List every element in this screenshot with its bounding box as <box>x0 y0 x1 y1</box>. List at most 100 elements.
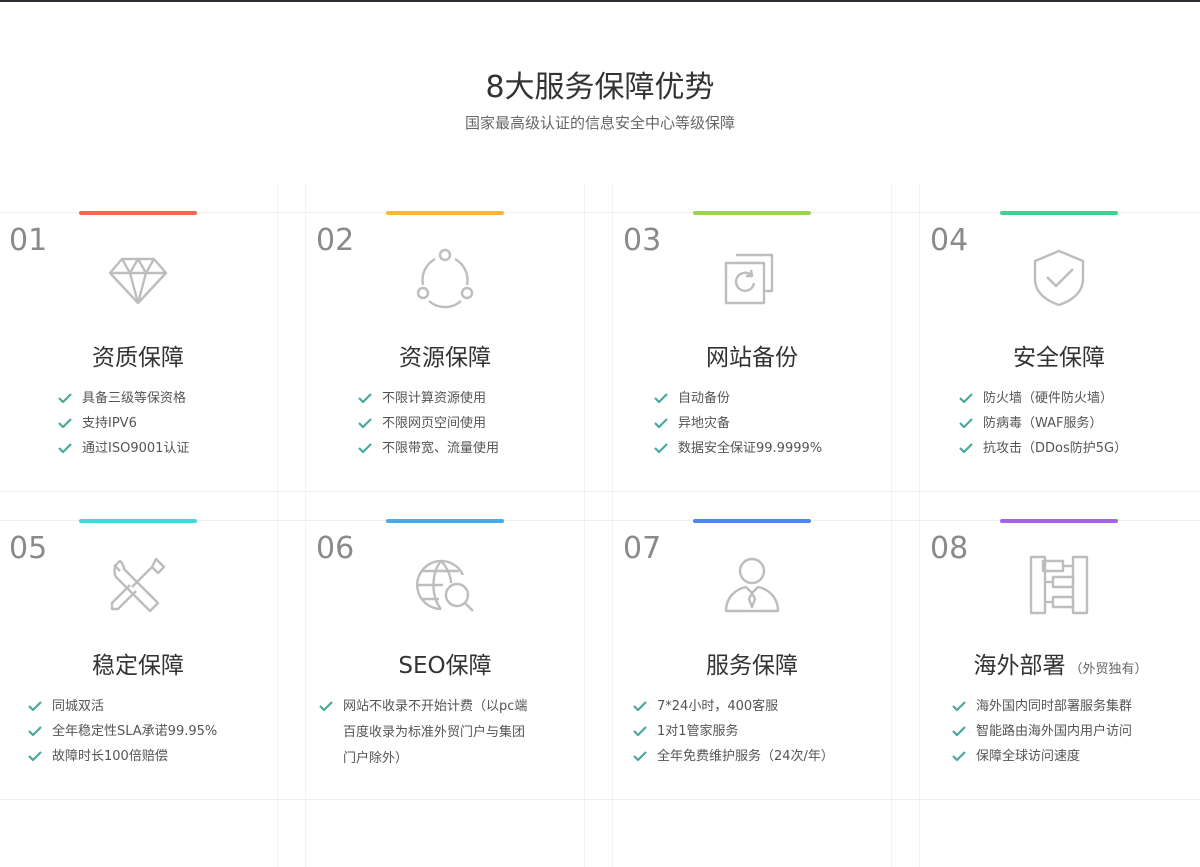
list-item: 全年免费维护服务（24次/年） <box>633 744 834 769</box>
list-item-text: 具备三级等保资格 <box>82 391 187 406</box>
check-icon <box>358 443 372 453</box>
card-accent-bar <box>386 519 504 523</box>
card-accent-bar <box>1000 211 1118 215</box>
card-resource: 02 资源保障 不限计算资源使用 不限网页空间使用 不限带宽、流量使用 <box>307 211 607 501</box>
list-item: 通过ISO9001认证 <box>58 436 189 461</box>
list-item: 1对1管家服务 <box>633 719 834 744</box>
list-item: 故障时长100倍赔偿 <box>28 744 217 769</box>
card-accent-bar <box>693 211 811 215</box>
card-title: 海外部署 （外贸独有） <box>921 646 1200 680</box>
card-overseas: 08 海外部署 （外贸独有） 海外国内同时部署服务集群 智能路由海外国内用户访问 … <box>921 519 1200 809</box>
check-icon <box>959 443 973 453</box>
card-security: 04 安全保障 防火墙（硬件防火墙） 防病毒（WAF服务） 抗攻击（DDos防护… <box>921 211 1200 501</box>
top-border <box>0 0 1200 2</box>
shield-check-icon <box>1027 245 1091 309</box>
list-item: 不限计算资源使用 <box>358 386 499 411</box>
list-item-text: 不限计算资源使用 <box>382 391 487 406</box>
check-icon <box>633 751 647 761</box>
card-number: 08 <box>930 531 969 566</box>
check-icon <box>58 418 72 428</box>
page-subtitle: 国家最高级认证的信息安全中心等级保障 <box>464 114 735 132</box>
check-icon <box>654 418 668 428</box>
card-title: SEO保障 <box>398 653 492 679</box>
card-number: 06 <box>316 531 355 566</box>
list-item-text: 不限网页空间使用 <box>382 416 487 431</box>
check-icon <box>28 751 42 761</box>
list-item-text: 网站不收录不开始计费（以pc端百度收录为标准外贸门户与集团门户除外） <box>343 699 528 766</box>
card-title: 资源保障 <box>399 345 491 371</box>
list-item-text: 不限带宽、流量使用 <box>382 441 500 456</box>
check-icon <box>952 701 966 711</box>
card-seo: 06 SEO保障 网站不收录不开始计费（以pc端百度收录为标准外贸门户与集团门户… <box>307 519 607 809</box>
list-item: 7*24小时，400客服 <box>633 694 834 719</box>
list-item-text: 支持IPV6 <box>82 416 137 431</box>
card-title: 资质保障 <box>92 345 184 371</box>
list-item: 不限网页空间使用 <box>358 411 499 436</box>
check-icon <box>58 443 72 453</box>
resource-cycle-icon <box>413 245 477 309</box>
check-icon <box>952 726 966 736</box>
check-icon <box>654 393 668 403</box>
list-item: 支持IPV6 <box>58 411 189 436</box>
card-qualification: 01 资质保障 具备三级等保资格 支持IPV6 通过ISO9001认证 <box>0 211 300 501</box>
list-item-text: 抗攻击（DDos防护5G） <box>983 441 1128 456</box>
list-item: 智能路由海外国内用户访问 <box>952 719 1132 744</box>
card-accent-bar <box>79 211 197 215</box>
card-title-tag: （外贸独有） <box>1069 662 1148 677</box>
list-item-text: 保障全球访问速度 <box>976 749 1081 764</box>
page-title: 8大服务保障优势 <box>485 70 715 105</box>
grid-line <box>612 183 613 867</box>
list-item-text: 全年免费维护服务（24次/年） <box>657 749 834 764</box>
check-icon <box>633 726 647 736</box>
user-service-icon <box>720 553 784 617</box>
card-title: 稳定保障 <box>92 653 184 679</box>
list-item: 全年稳定性SLA承诺99.95% <box>28 719 217 744</box>
check-icon <box>959 393 973 403</box>
card-title: 安全保障 <box>1013 345 1105 371</box>
card-number: 01 <box>9 223 48 258</box>
card-number: 07 <box>623 531 662 566</box>
card-accent-bar <box>1000 519 1118 523</box>
feature-list: 海外国内同时部署服务集群 智能路由海外国内用户访问 保障全球访问速度 <box>952 694 1132 769</box>
list-item-text: 海外国内同时部署服务集群 <box>976 699 1133 714</box>
card-number: 02 <box>316 223 355 258</box>
feature-list: 具备三级等保资格 支持IPV6 通过ISO9001认证 <box>58 386 189 461</box>
list-item: 不限带宽、流量使用 <box>358 436 499 461</box>
list-item-text: 故障时长100倍赔偿 <box>52 749 168 764</box>
list-item-text: 1对1管家服务 <box>657 724 739 739</box>
feature-list: 网站不收录不开始计费（以pc端百度收录为标准外贸门户与集团门户除外） <box>319 694 529 772</box>
card-stability: 05 稳定保障 同城双活 全年稳定性SLA承诺99.95% 故障时长100倍赔偿 <box>0 519 300 809</box>
list-item: 数据安全保证99.9999% <box>654 436 822 461</box>
list-item-text: 通过ISO9001认证 <box>82 441 190 456</box>
list-item-text: 同城双活 <box>52 699 105 714</box>
sitemap-icon <box>1027 553 1091 617</box>
list-item-text: 防火墙（硬件防火墙） <box>983 391 1114 406</box>
check-icon <box>654 443 668 453</box>
check-icon <box>319 701 333 711</box>
check-icon <box>58 393 72 403</box>
globe-search-icon <box>413 553 477 617</box>
list-item: 海外国内同时部署服务集群 <box>952 694 1132 719</box>
check-icon <box>28 701 42 711</box>
list-item: 防火墙（硬件防火墙） <box>959 386 1127 411</box>
check-icon <box>633 701 647 711</box>
list-item-text: 防病毒（WAF服务） <box>983 416 1103 431</box>
wrench-screwdriver-icon <box>106 553 170 617</box>
list-item: 自动备份 <box>654 386 822 411</box>
check-icon <box>358 393 372 403</box>
list-item-text: 全年稳定性SLA承诺99.95% <box>52 724 218 739</box>
check-icon <box>952 751 966 761</box>
card-title: 网站备份 <box>706 345 798 371</box>
card-accent-bar <box>693 519 811 523</box>
backup-copy-icon <box>720 245 784 309</box>
list-item-text: 自动备份 <box>678 391 731 406</box>
list-item-text: 智能路由海外国内用户访问 <box>976 724 1133 739</box>
check-icon <box>959 418 973 428</box>
list-item: 保障全球访问速度 <box>952 744 1132 769</box>
list-item: 异地灾备 <box>654 411 822 436</box>
check-icon <box>358 418 372 428</box>
grid-line <box>305 183 306 867</box>
feature-list: 同城双活 全年稳定性SLA承诺99.95% 故障时长100倍赔偿 <box>28 694 217 769</box>
diamond-icon <box>106 245 170 309</box>
list-item-text: 异地灾备 <box>678 416 731 431</box>
